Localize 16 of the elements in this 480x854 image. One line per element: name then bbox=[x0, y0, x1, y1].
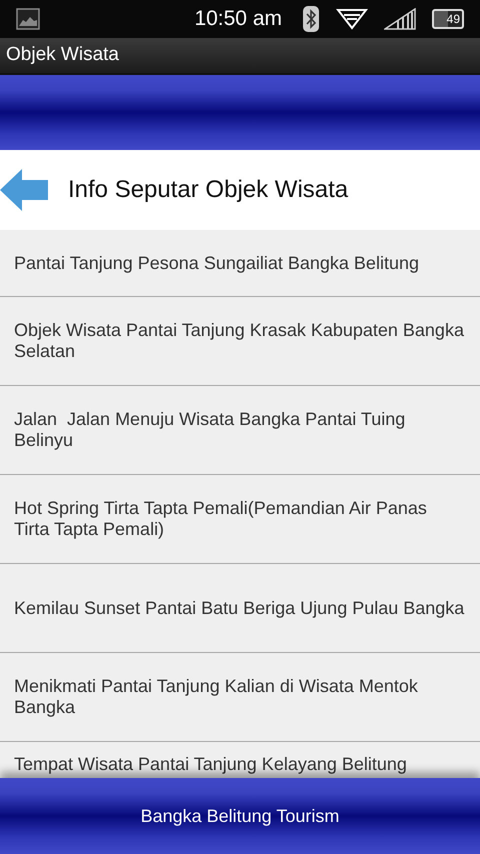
footer-text: Bangka Belitung Tourism bbox=[140, 804, 340, 828]
battery-level: 49 bbox=[432, 9, 464, 29]
list-item[interactable]: Objek Wisata Pantai Tanjung Krasak Kabupaten Bangka Selatan bbox=[0, 297, 480, 386]
page-heading: Info Seputar Objek Wisata bbox=[68, 175, 348, 205]
list-item[interactable]: Menikmati Pantai Tanjung Kalian di Wisata Mentok Bangka bbox=[0, 653, 480, 742]
list-item[interactable]: Hot Spring Tirta Tapta Pemali(Pemandian Air Panas Tirta Tapta Pemali) bbox=[0, 475, 480, 564]
bluetooth-icon bbox=[302, 5, 320, 33]
list-item[interactable]: Pantai Tanjung Pesona Sungailiat Bangka Belitung bbox=[0, 230, 480, 297]
back-button[interactable] bbox=[0, 167, 48, 213]
wifi-icon bbox=[336, 7, 368, 31]
window-title: Objek Wisata bbox=[6, 43, 119, 68]
list-item[interactable]: Jalan Jalan Menuju Wisata Bangka Pantai Tuing Belinyu bbox=[0, 386, 480, 475]
list-item[interactable]: Kemilau Sunset Pantai Batu Beriga Ujung Pulau Bangka bbox=[0, 564, 480, 653]
clock-text: 10:50 am bbox=[194, 6, 282, 32]
signal-icon bbox=[384, 7, 416, 31]
image-icon bbox=[16, 7, 40, 31]
